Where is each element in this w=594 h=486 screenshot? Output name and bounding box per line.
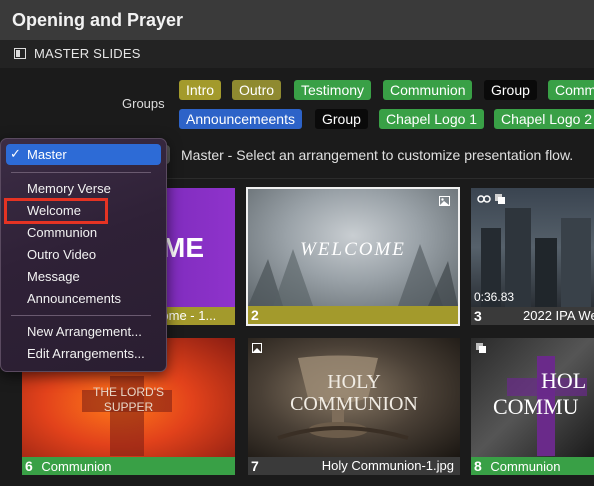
menu-item-communion[interactable]: Communion	[27, 225, 97, 240]
section-header: MASTER SLIDES	[0, 40, 594, 68]
group-chip-intro[interactable]: Intro	[179, 80, 222, 100]
slide-text: HOLY	[327, 371, 381, 393]
menu-item-memory-verse[interactable]: Memory Verse	[27, 181, 111, 196]
menu-item-message[interactable]: Message	[27, 269, 80, 284]
video-timer: 0:36.83	[474, 290, 515, 304]
slide-caption: 7 Holy Communion-1.jpg	[248, 457, 460, 475]
group-chip-chapel-logo-1[interactable]: Chapel Logo 1	[379, 109, 485, 129]
menu-item-edit-arrangements[interactable]: Edit Arrangements...	[27, 346, 145, 361]
menu-separator	[11, 172, 151, 173]
media-icon	[495, 194, 505, 204]
slide-number: 7	[251, 458, 259, 474]
slide-caption: 8 Communion	[471, 457, 594, 475]
slide-text: WELCOME	[300, 239, 406, 260]
slide-caption: 2	[248, 306, 458, 324]
slide-caption: 6 Communion	[22, 457, 235, 475]
slide-text: COMMU	[493, 394, 579, 419]
arrangement-hint: Master - Select an arrangement to custom…	[181, 147, 574, 163]
menu-separator	[11, 315, 151, 316]
window-title: Opening and Prayer	[12, 10, 184, 30]
groups-label: Groups	[122, 96, 165, 111]
slide-number: 2	[251, 307, 259, 323]
title-bar: Opening and Prayer	[0, 0, 594, 40]
slide-name: Communion	[41, 459, 112, 474]
group-chip-communion[interactable]: Communion	[383, 80, 473, 100]
arrangement-menu: ✓ Master Memory Verse Welcome Communion …	[0, 138, 167, 372]
slide-thumbnail-7[interactable]: HOLY COMMUNION 7 Holy Communion-1.jpg	[248, 338, 460, 475]
slide-name: Holy Communion-1.jpg	[321, 458, 454, 473]
slide-caption: 3 2022 IPA We	[471, 307, 594, 325]
menu-item-outro-video[interactable]: Outro Video	[27, 247, 96, 262]
slide-text: THE LORD'S	[93, 385, 164, 399]
media-icon	[476, 343, 486, 353]
group-chip-group-2[interactable]: Group	[315, 109, 368, 129]
slide-text: HOL	[541, 368, 587, 393]
slide-name: Communion	[490, 459, 561, 474]
menu-item-label: Master	[27, 147, 67, 162]
slide-number: 8	[474, 458, 482, 474]
group-chip-group[interactable]: Group	[484, 80, 537, 100]
menu-item-master[interactable]: ✓ Master	[6, 144, 161, 165]
image-icon	[439, 196, 450, 206]
slide-text: COMMUNION	[290, 393, 418, 415]
group-chip-announcements[interactable]: Announcemeents	[179, 109, 302, 129]
menu-item-new-arrangement[interactable]: New Arrangement...	[27, 324, 142, 339]
slide-name: 2022 IPA We	[523, 308, 594, 323]
slide-number: 6	[25, 458, 33, 474]
slide-thumbnail-2[interactable]: WELCOME 2	[246, 187, 460, 326]
image-icon	[252, 343, 262, 353]
slide-thumbnail-3[interactable]: 0:36.83 3 2022 IPA We	[471, 188, 594, 325]
highlight-box	[4, 198, 108, 224]
menu-item-announcements[interactable]: Announcements	[27, 291, 121, 306]
slide-text: ME	[162, 232, 204, 263]
group-chip-comm[interactable]: Comm	[548, 80, 594, 100]
section-label: MASTER SLIDES	[34, 46, 141, 61]
speaker-icon	[14, 48, 26, 59]
slide-thumbnail-8[interactable]: HOL COMMU 8 Communion	[471, 338, 594, 475]
group-chip-outro[interactable]: Outro	[232, 80, 282, 100]
slide-text: SUPPER	[103, 400, 154, 414]
checkmark-icon: ✓	[10, 146, 21, 161]
loop-icon	[477, 195, 491, 203]
slide-number: 3	[474, 308, 482, 324]
group-chip-chapel-logo-2[interactable]: Chapel Logo 2	[494, 109, 594, 129]
group-chip-testimony[interactable]: Testimony	[294, 80, 372, 100]
